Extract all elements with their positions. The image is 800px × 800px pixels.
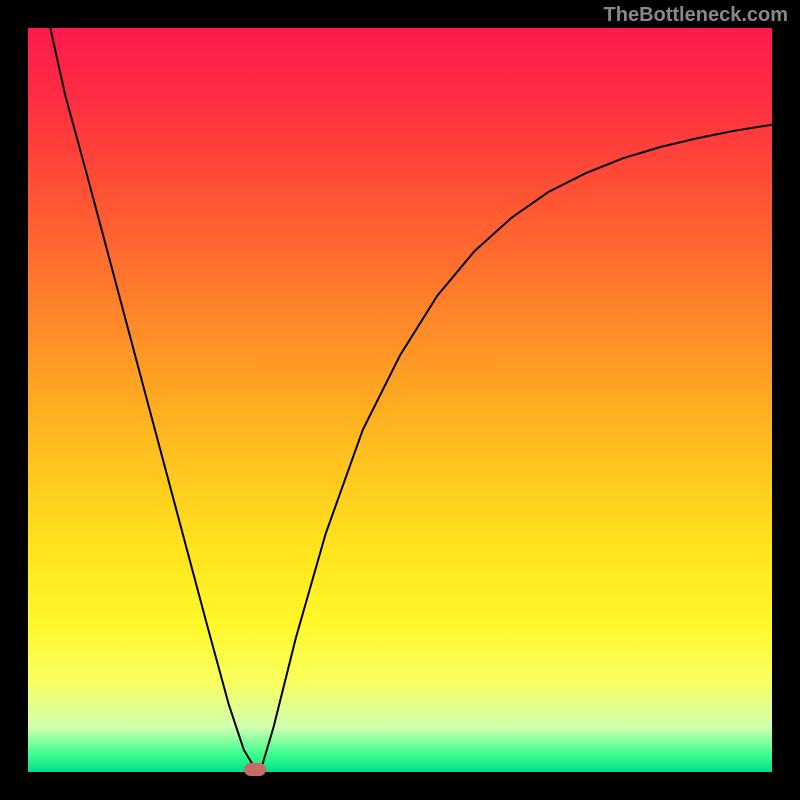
bottleneck-curve <box>28 28 772 772</box>
watermark-text: TheBottleneck.com <box>604 4 788 27</box>
optimal-marker <box>244 763 266 776</box>
curve-path <box>50 28 772 768</box>
chart-plot-area <box>28 28 772 772</box>
